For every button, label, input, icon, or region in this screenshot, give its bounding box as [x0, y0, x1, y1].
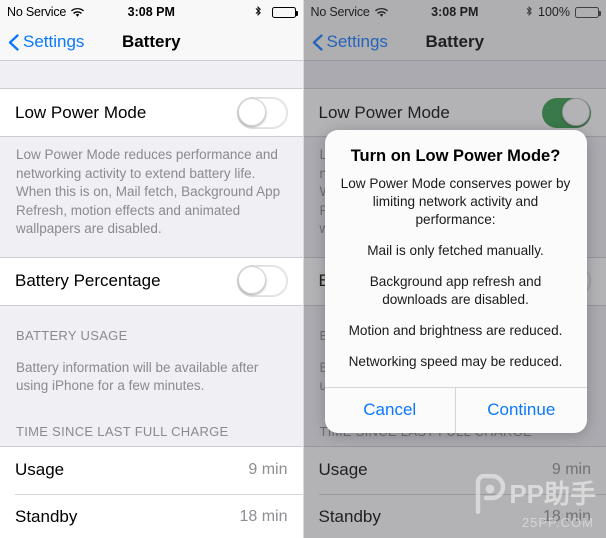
battery-percentage-toggle[interactable]	[236, 265, 288, 297]
row-low-power-mode[interactable]: Low Power Mode	[0, 89, 303, 136]
table-row[interactable]: Standby 18 min	[0, 493, 303, 538]
usage-label: Usage	[15, 460, 65, 479]
standby-value: 18 min	[239, 508, 288, 525]
battery-usage-header: BATTERY USAGE	[16, 327, 128, 343]
row-battery-percentage[interactable]: Battery Percentage	[0, 257, 303, 305]
carrier-label: No Service	[7, 5, 67, 19]
alert-title: Turn on Low Power Mode?	[350, 147, 561, 165]
battery-percentage-group: Battery Percentage	[0, 256, 303, 306]
battery-percentage-label: Battery Percentage	[15, 271, 161, 290]
back-label: Settings	[23, 32, 85, 51]
left-phone-screen: No Service 3:08 PM Settings Battery Low …	[0, 0, 303, 538]
standby-label: Standby	[15, 507, 78, 526]
wifi-icon	[71, 7, 85, 17]
nav-bar: Settings Battery	[0, 24, 303, 61]
alert-paragraph: Motion and brightness are reduced.	[348, 323, 563, 338]
bluetooth-icon	[255, 5, 262, 20]
alert-paragraph: Low Power Mode conserves power by limiti…	[340, 176, 571, 227]
battery-full-icon	[271, 6, 298, 18]
continue-button[interactable]: Continue	[455, 388, 587, 433]
alert-paragraph: Mail is only fetched manually.	[367, 243, 544, 258]
low-power-mode-alert-dialog: Turn on Low Power Mode? Low Power Mode c…	[324, 130, 587, 433]
status-bar-right	[255, 5, 298, 20]
toggle-knob	[237, 97, 266, 126]
settings-content: Low Power Mode Low Power Mode reduces pe…	[0, 61, 303, 538]
alert-paragraph: Networking speed may be reduced.	[348, 354, 563, 369]
time-since-header: TIME SINCE LAST FULL CHARGE	[16, 423, 229, 439]
table-row[interactable]: Usage 9 min	[0, 446, 303, 494]
chevron-left-icon	[8, 33, 19, 51]
toggle-knob	[237, 266, 266, 294]
low-power-mode-label: Low Power Mode	[15, 102, 147, 122]
alert-paragraph: Background app refresh and downloads are…	[369, 274, 542, 307]
status-bar-left: No Service	[7, 5, 85, 19]
battery-usage-note: Battery information will be available af…	[16, 359, 259, 394]
cancel-button[interactable]: Cancel	[325, 388, 456, 433]
alert-actions: Cancel Continue	[324, 387, 587, 433]
usage-value: 9 min	[248, 461, 288, 478]
comparison-screenshot: No Service 3:08 PM Settings Battery Low …	[0, 0, 606, 538]
right-phone-screen: No Service 3:08 PM 100% Settings Battery…	[302, 0, 606, 538]
time-since-group: Usage 9 min Standby 18 min	[0, 445, 303, 538]
low-power-mode-toggle[interactable]	[236, 96, 288, 129]
low-power-mode-note: Low Power Mode reduces performance and n…	[16, 147, 281, 236]
alert-body: Turn on Low Power Mode? Low Power Mode c…	[325, 130, 587, 387]
low-power-mode-group: Low Power Mode	[0, 88, 303, 137]
status-bar: No Service 3:08 PM	[0, 0, 303, 24]
back-to-settings-button[interactable]: Settings	[8, 32, 84, 52]
